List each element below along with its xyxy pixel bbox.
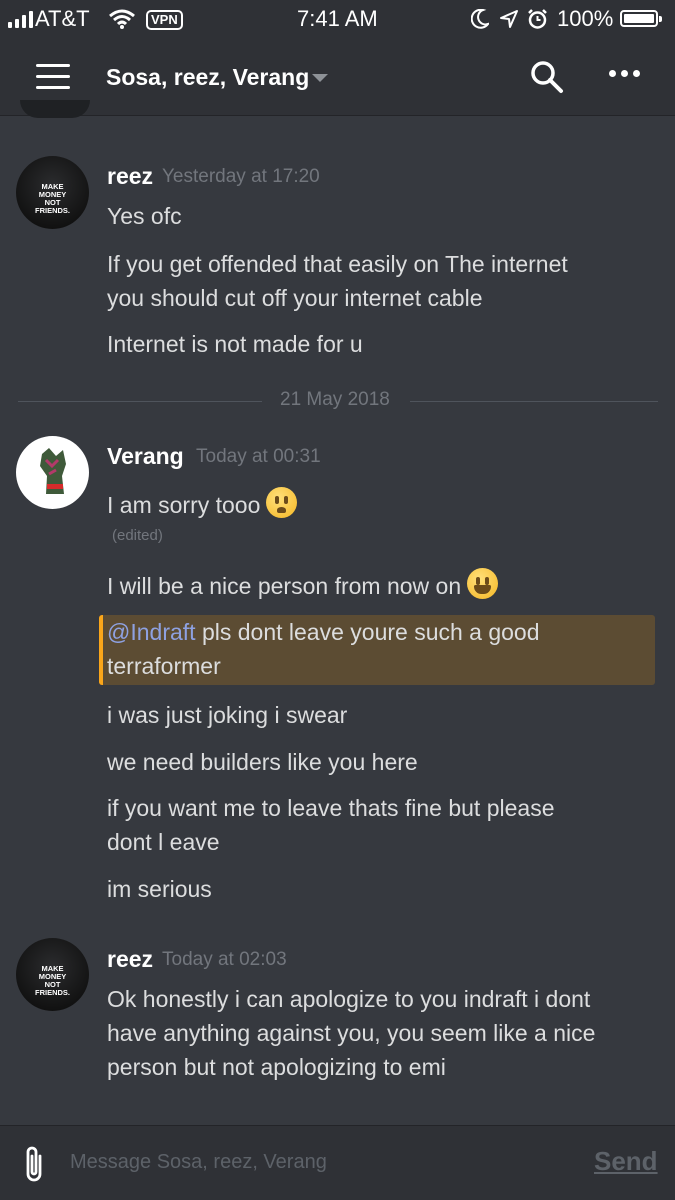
avatar[interactable]: MAKE MONEY NOT FRIENDS.	[16, 156, 89, 229]
vpn-badge: VPN	[146, 10, 183, 30]
avatar	[20, 100, 90, 118]
send-button[interactable]: Send	[594, 1146, 658, 1177]
message-composer: Send	[0, 1125, 675, 1200]
signal-bars-icon	[8, 10, 33, 28]
message-text: we need builders like you here	[107, 749, 418, 775]
alarm-icon	[528, 9, 547, 29]
frowning-face-emoji-icon	[266, 487, 298, 518]
wifi-icon	[109, 9, 135, 29]
message-text: terraformer	[107, 653, 221, 679]
avatar[interactable]	[16, 436, 89, 509]
message-text-content: I will be a nice person from now on	[107, 573, 462, 599]
message-text: have anything against you, you seem like…	[107, 1020, 596, 1046]
carrier-label: AT&T	[35, 6, 90, 31]
message-text: if you want me to leave thats fine but p…	[107, 795, 555, 821]
message-text-content: pls dont leave youre such a good	[195, 619, 540, 645]
avatar-text: MAKE MONEY NOT FRIENDS.	[34, 182, 70, 215]
message-timestamp: Today at 02:03	[162, 949, 287, 970]
more-icon[interactable]	[609, 70, 640, 77]
message-author[interactable]: reez	[107, 946, 153, 973]
message-text: Ok honestly i can apologize to you indra…	[107, 986, 591, 1012]
clock-time: 7:41 AM	[297, 6, 378, 31]
message-text: i was just joking i swear	[107, 702, 348, 728]
avatar-image	[40, 448, 66, 494]
smiley-emoji-icon	[467, 568, 499, 599]
message-text: you should cut off your internet cable	[107, 285, 483, 311]
message-text: person but not apologizing to emi	[107, 1054, 446, 1080]
message-timestamp: Today at 00:31	[196, 446, 321, 467]
message-author[interactable]: reez	[107, 163, 153, 190]
message-text-content: I am sorry tooo	[107, 492, 261, 518]
status-bar: AT&T VPN 7:41 AM 100%	[0, 0, 675, 38]
user-mention[interactable]: @Indraft	[107, 619, 196, 645]
mention-highlight: @Indraft pls dont leave youre such a goo…	[99, 615, 655, 685]
battery-icon	[620, 10, 662, 27]
chevron-down-icon[interactable]	[312, 74, 328, 82]
message-input[interactable]	[68, 1150, 572, 1175]
message-text: im serious	[107, 876, 212, 902]
paperclip-icon[interactable]	[20, 1144, 48, 1184]
moon-icon	[471, 9, 489, 29]
message-text: dont l eave	[107, 829, 220, 855]
message-text: I will be a nice person from now on	[107, 568, 499, 603]
avatar-text: MAKE MONEY NOT FRIENDS.	[34, 964, 70, 997]
date-divider: 21 May 2018	[18, 389, 658, 415]
message-text: Internet is not made for u	[107, 331, 363, 357]
message-text: I am sorry tooo	[107, 487, 298, 522]
avatar[interactable]: MAKE MONEY NOT FRIENDS.	[16, 938, 89, 1011]
search-icon[interactable]	[528, 58, 564, 94]
message-text: If you get offended that easily on The i…	[107, 251, 568, 277]
message-text: @Indraft pls dont leave youre such a goo…	[107, 615, 540, 649]
message-text: Yes ofc	[107, 203, 182, 229]
channel-header: Sosa, reez, Verang	[0, 38, 675, 116]
date-divider-label: 21 May 2018	[280, 389, 390, 410]
battery-percent: 100%	[557, 6, 614, 31]
edited-tag: (edited)	[112, 527, 163, 544]
hamburger-menu-icon[interactable]	[36, 64, 70, 90]
message-timestamp: Yesterday at 17:20	[162, 166, 320, 187]
channel-title[interactable]: Sosa, reez, Verang	[106, 64, 309, 91]
message-author[interactable]: Verang	[107, 443, 184, 470]
location-arrow-icon	[500, 10, 518, 28]
